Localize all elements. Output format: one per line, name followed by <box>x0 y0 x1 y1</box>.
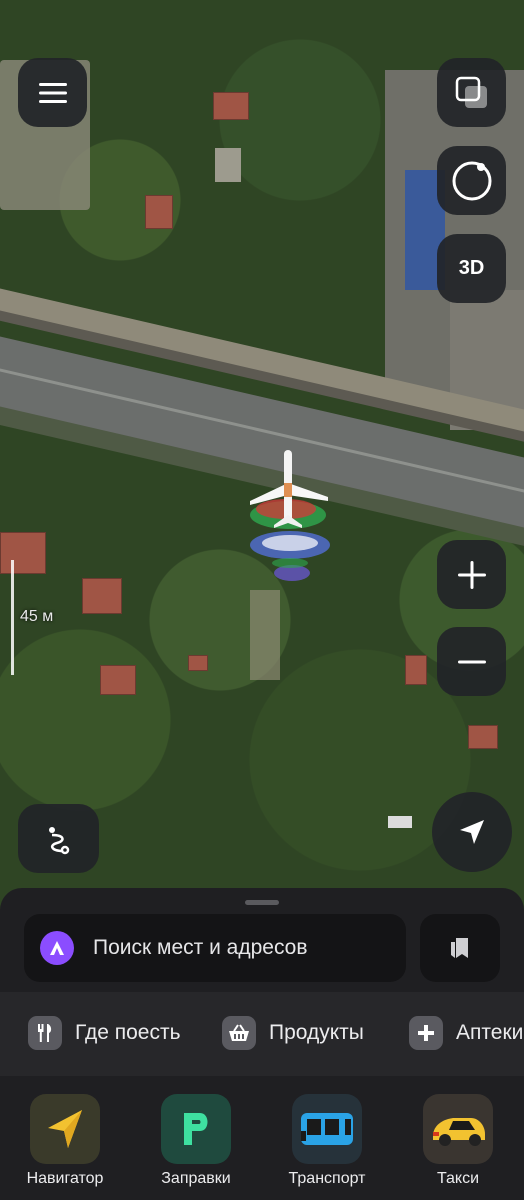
plus-icon <box>457 560 486 589</box>
app-label: Транспорт <box>288 1170 366 1187</box>
layers-icon <box>455 76 487 108</box>
map-house <box>100 665 136 695</box>
bus-icon <box>292 1094 362 1164</box>
basket-icon <box>222 1016 256 1050</box>
mode-3d-button[interactable]: 3D <box>437 234 506 303</box>
map-roof <box>388 816 412 828</box>
app-label: Навигатор <box>26 1170 104 1187</box>
fuel-icon <box>161 1094 231 1164</box>
map-house <box>213 92 249 120</box>
bookmarks-button[interactable] <box>420 914 500 982</box>
map-house <box>145 195 173 229</box>
taxi-car-icon <box>423 1094 493 1164</box>
app-fuel[interactable]: Заправки <box>141 1094 251 1188</box>
sheet-drag-handle[interactable] <box>245 900 279 905</box>
plus-icon <box>409 1016 443 1050</box>
app-transport[interactable]: Транспорт <box>272 1094 382 1188</box>
app-taxi[interactable]: Такси <box>403 1094 513 1188</box>
apps-dock: Навигатор Заправки Транспорт Такси <box>0 1078 524 1200</box>
search-input[interactable]: Поиск мест и адресов <box>93 936 308 960</box>
category-label: Аптеки <box>456 1021 524 1044</box>
map-scale-bar <box>11 560 14 675</box>
app-label: Такси <box>436 1170 480 1187</box>
hamburger-icon <box>38 82 67 103</box>
alice-icon <box>50 941 64 955</box>
category-label: Где поесть <box>75 1021 181 1044</box>
mode-3d-label: 3D <box>458 257 485 279</box>
map-layers-button[interactable] <box>437 58 506 127</box>
map-house <box>82 578 122 614</box>
map-house <box>188 655 208 671</box>
bookmarks-icon <box>451 938 468 958</box>
location-arrow-icon <box>460 820 484 844</box>
map-path <box>250 590 280 680</box>
map-roof <box>215 148 241 182</box>
compass-icon <box>452 161 491 200</box>
category-pharmacy[interactable]: Аптеки <box>409 1016 523 1050</box>
map-house <box>405 655 427 685</box>
bottom-sheet[interactable]: Поиск мест и адресов Где поесть Продукты… <box>0 888 524 1200</box>
alice-voice-button[interactable] <box>40 931 74 965</box>
navigator-icon <box>30 1094 100 1164</box>
route-icon <box>48 826 69 854</box>
route-button[interactable] <box>18 804 99 873</box>
minus-icon <box>457 660 486 663</box>
search-bar[interactable]: Поиск мест и адресов <box>24 914 406 982</box>
category-label: Продукты <box>269 1021 364 1044</box>
category-food[interactable]: Где поесть <box>28 1016 181 1050</box>
compass-button[interactable] <box>437 146 506 215</box>
map-scale-label: 45 м <box>20 608 54 625</box>
app-label: Заправки <box>161 1170 231 1187</box>
my-location-button[interactable] <box>432 792 512 872</box>
zoom-out-button[interactable] <box>437 627 506 696</box>
map-house <box>0 532 46 574</box>
map-house <box>468 725 498 749</box>
fork-knife-icon <box>28 1016 62 1050</box>
app-navigator[interactable]: Навигатор <box>10 1094 120 1188</box>
category-groceries[interactable]: Продукты <box>222 1016 364 1050</box>
airplane-image <box>250 450 330 581</box>
category-chips[interactable]: Где поесть Продукты Аптеки <box>0 992 524 1076</box>
zoom-in-button[interactable] <box>437 540 506 609</box>
menu-button[interactable] <box>18 58 87 127</box>
